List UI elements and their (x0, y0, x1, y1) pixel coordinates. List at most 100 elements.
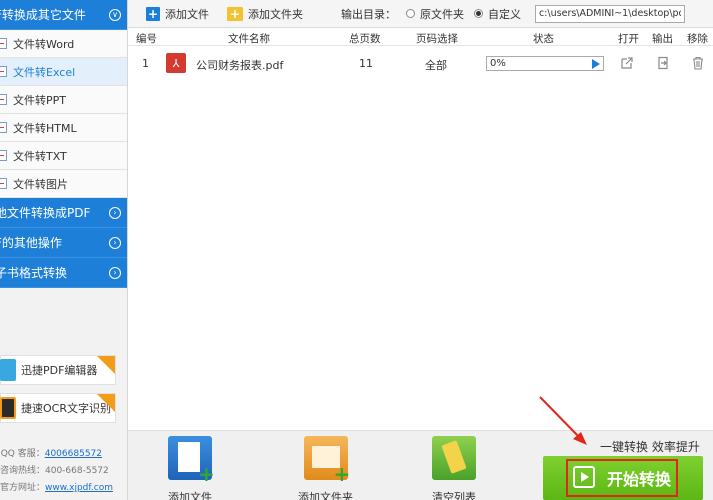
sidebar-item-image[interactable]: 文件转图片 (0, 170, 127, 198)
image-icon (0, 178, 7, 189)
annotation-arrow-icon (539, 396, 587, 445)
col-output: 输出 (652, 33, 673, 45)
pdf-editor-icon (0, 359, 16, 381)
page-shape (178, 442, 200, 472)
start-convert-label: 开始转换 (607, 470, 672, 489)
table-header: 编号 文件名称 总页数 页码选择 状态 打开 输出 移除 (128, 28, 713, 46)
open-external-icon[interactable] (620, 56, 634, 70)
contact-hotline: 咨询热线：400-668-5572 (0, 466, 109, 476)
section-pdf-to-other[interactable]: F转换成其它文件 ∨ (0, 0, 127, 30)
promo-ocr[interactable]: 捷速OCR文字识别 (0, 393, 116, 423)
bottom-add-file-label: 添加文件 (168, 491, 212, 500)
chevron-right-icon: › (109, 206, 121, 219)
section-ebook-convert[interactable]: 子书格式转换 › (0, 258, 127, 288)
row-filename: 公司财务报表.pdf (196, 59, 284, 72)
section-label: 子书格式转换 (0, 266, 68, 280)
add-file-button[interactable]: + 添加文件 (146, 6, 209, 22)
site-label: 官方网址： (0, 483, 46, 493)
row-num: 1 (142, 57, 149, 70)
clear-list-label: 清空列表 (432, 491, 476, 500)
bottom-add-file-button[interactable]: + 添加文件 (168, 436, 215, 500)
sidebar-item-ppt[interactable]: 文件转PPT (0, 86, 127, 114)
document-icon (0, 38, 7, 49)
contact-qq: QQ 客服：4006685572 (0, 446, 127, 459)
radio-selected-icon (474, 9, 483, 18)
chevron-right-icon: › (109, 236, 121, 249)
add-file-label: 添加文件 (165, 7, 209, 21)
sidebar-item-label: 文件转Word (13, 37, 75, 51)
bottom-add-folder-label: 添加文件夹 (298, 491, 353, 500)
section-label: F转换成其它文件 (0, 8, 86, 22)
radio-label: 自定义 (488, 7, 521, 21)
row-range[interactable]: 全部 (425, 57, 447, 73)
col-num: 编号 (136, 33, 157, 45)
col-open: 打开 (618, 33, 639, 45)
document-icon (0, 122, 7, 133)
add-file-icon: + (146, 6, 160, 21)
col-pages: 总页数 (349, 33, 381, 45)
plus-icon: + (198, 462, 215, 486)
play-icon (573, 466, 595, 488)
add-folder-big-icon: + (303, 436, 351, 486)
broom-icon (432, 436, 476, 480)
section-label: F的其他操作 (0, 236, 62, 250)
progress-text: 0% (490, 58, 506, 69)
bottom-add-folder-button[interactable]: + 添加文件夹 (298, 436, 353, 500)
slogan: 一键转换 效率提升 (600, 440, 700, 454)
pdf-file-icon: ⅄ (166, 53, 186, 73)
chevron-right-icon: › (109, 266, 121, 279)
trash-icon[interactable] (691, 56, 705, 70)
promo-label: 迅捷PDF编辑器 (21, 364, 98, 377)
radio-icon (406, 9, 415, 18)
sidebar-item-label: 文件转PPT (13, 93, 66, 107)
sidebar-item-label: 文件转TXT (13, 149, 67, 163)
radio-label: 原文件夹 (420, 7, 464, 21)
toolbar: + 添加文件 + 添加文件夹 输出目录： 原文件夹 自定义 (128, 0, 713, 28)
sidebar-item-label: 文件转HTML (13, 121, 77, 135)
document-icon (0, 94, 7, 105)
document-icon (0, 150, 7, 161)
broom-shape (441, 440, 467, 474)
add-file-big-icon: + (168, 436, 215, 486)
sidebar-item-html[interactable]: 文件转HTML (0, 114, 127, 142)
radio-custom[interactable]: 自定义 (474, 6, 521, 22)
section-other-to-pdf[interactable]: 他文件转换成PDF › (0, 198, 127, 228)
play-icon[interactable] (592, 59, 600, 69)
output-dir-label: 输出目录： (341, 7, 396, 21)
output-folder-icon[interactable] (656, 56, 670, 70)
col-remove: 移除 (687, 33, 708, 45)
sidebar-item-label: 文件转Excel (13, 65, 76, 79)
sidebar-item-excel[interactable]: 文件转Excel (0, 58, 127, 86)
table-row[interactable]: 1 ⅄ 公司财务报表.pdf 11 全部 0% (128, 51, 713, 77)
radio-original-folder[interactable]: 原文件夹 (406, 6, 464, 22)
document-icon (0, 66, 7, 77)
sidebar-item-word[interactable]: 文件转Word (0, 30, 127, 58)
clear-list-button[interactable]: 清空列表 (432, 436, 476, 500)
promo-pdf-editor[interactable]: 迅捷PDF编辑器 (0, 355, 116, 385)
add-folder-button[interactable]: + 添加文件夹 (227, 6, 303, 22)
new-ribbon-icon (97, 356, 115, 374)
chevron-down-icon: ∨ (109, 8, 121, 21)
output-path-input[interactable] (535, 4, 685, 23)
sidebar-item-label: 文件转图片 (13, 177, 68, 191)
contact-site: 官方网址：www.xjpdf.com (0, 480, 127, 493)
start-convert-button[interactable]: 开始转换 (543, 456, 703, 500)
section-pdf-other-ops[interactable]: F的其他操作 › (0, 228, 127, 258)
qq-label: QQ 客服： (0, 449, 45, 459)
row-pages: 11 (359, 57, 373, 70)
add-folder-icon: + (227, 6, 243, 21)
ocr-icon (0, 397, 16, 419)
sidebar-item-txt[interactable]: 文件转TXT (0, 142, 127, 170)
col-status: 状态 (533, 33, 554, 45)
sidebar: F转换成其它文件 ∨ 文件转Word 文件转Excel 文件转PPT 文件转HT… (0, 0, 128, 500)
new-ribbon-icon (97, 394, 115, 412)
col-name: 文件名称 (228, 33, 270, 45)
section-label: 他文件转换成PDF (0, 206, 91, 220)
col-range: 页码选择 (416, 33, 458, 45)
add-folder-label: 添加文件夹 (248, 7, 303, 21)
site-link[interactable]: www.xjpdf.com (45, 483, 113, 493)
qq-link[interactable]: 4006685572 (45, 449, 102, 459)
progress-bar: 0% (486, 56, 604, 71)
plus-icon: + (333, 462, 351, 486)
app-window: F转换成其它文件 ∨ 文件转Word 文件转Excel 文件转PPT 文件转HT… (0, 0, 713, 500)
